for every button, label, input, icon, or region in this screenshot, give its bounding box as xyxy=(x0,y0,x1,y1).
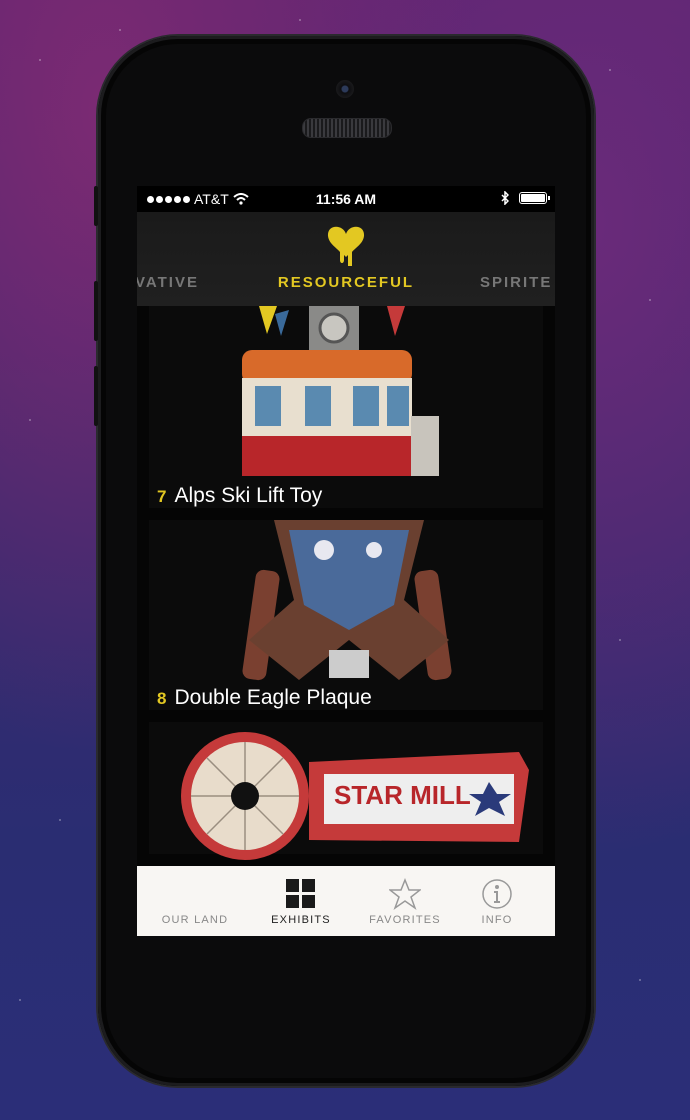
exhibit-name: Double Eagle Plaque xyxy=(174,686,372,709)
bluetooth-icon xyxy=(501,191,509,205)
exhibit-title: 7 Alps Ski Lift Toy xyxy=(157,484,322,508)
category-tab-next[interactable]: SPIRITE xyxy=(480,274,552,291)
volume-up-button xyxy=(94,281,98,341)
mute-switch xyxy=(94,186,98,226)
dripping-heart-logo-icon xyxy=(327,226,365,266)
star-icon xyxy=(389,878,421,910)
exhibit-item[interactable]: 7 Alps Ski Lift Toy xyxy=(137,306,555,522)
exhibit-item[interactable]: 8 Double Eagle Plaque xyxy=(137,520,555,724)
exhibit-number: 8 xyxy=(157,689,167,708)
tab-bar: OUR LAND EXHIBITS FAVORITES INFO xyxy=(137,866,555,936)
exhibit-image xyxy=(149,306,543,508)
tab-label: EXHIBITS xyxy=(271,914,331,926)
svg-text:STAR MILL: STAR MILL xyxy=(334,780,471,810)
map-icon xyxy=(179,878,211,910)
grid-icon xyxy=(286,879,315,908)
exhibit-item[interactable]: STAR MILL xyxy=(137,722,555,866)
tab-label: INFO xyxy=(481,914,513,926)
tab-info[interactable]: INFO xyxy=(447,866,547,936)
front-camera xyxy=(336,80,354,98)
exhibit-list[interactable]: 7 Alps Ski Lift Toy 8 Double Eagle Plaque xyxy=(137,306,555,866)
battery-icon xyxy=(519,192,550,204)
status-right xyxy=(501,191,550,205)
exhibit-image xyxy=(149,520,543,710)
app-screen: AT&T 11:56 AM VATIVE RESOURCEFUL SPIRITE xyxy=(137,186,555,936)
earpiece-speaker xyxy=(302,118,392,138)
volume-down-button xyxy=(94,366,98,426)
tab-label: OUR LAND xyxy=(161,914,229,926)
category-header: VATIVE RESOURCEFUL SPIRITE xyxy=(137,212,555,307)
status-bar: AT&T 11:56 AM xyxy=(137,186,555,212)
tab-favorites[interactable]: FAVORITES xyxy=(355,866,455,936)
exhibit-number: 7 xyxy=(157,487,167,506)
exhibit-title: 8 Double Eagle Plaque xyxy=(157,686,372,710)
clock: 11:56 AM xyxy=(315,191,377,207)
exhibit-name: Alps Ski Lift Toy xyxy=(174,484,323,507)
tab-label: FAVORITES xyxy=(369,914,441,926)
tab-our-land[interactable]: OUR LAND xyxy=(145,866,245,936)
tab-exhibits[interactable]: EXHIBITS xyxy=(251,866,351,936)
exhibit-image: STAR MILL xyxy=(149,722,543,860)
info-icon xyxy=(482,879,512,909)
